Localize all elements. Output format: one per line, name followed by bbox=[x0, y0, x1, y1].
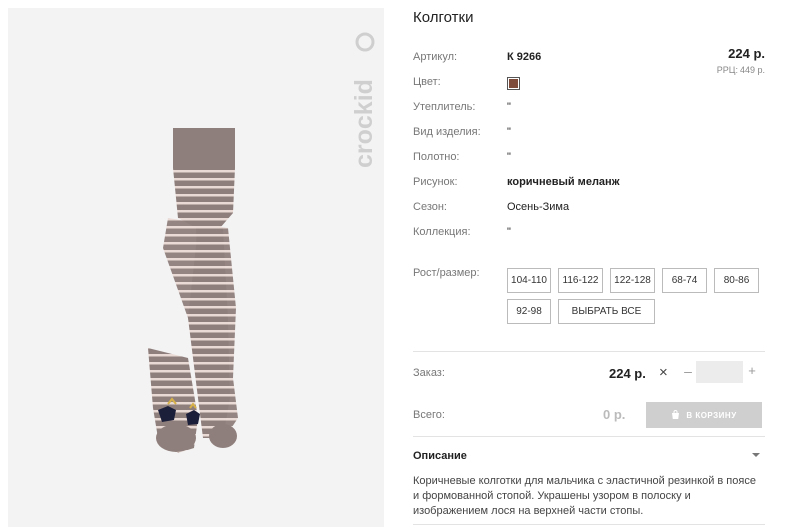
spec-label: Цвет: bbox=[413, 76, 441, 88]
striped-tights-image bbox=[148, 128, 238, 453]
size-option-104-110[interactable]: 104-110 bbox=[507, 268, 551, 293]
divider bbox=[413, 524, 765, 525]
quantity-input[interactable] bbox=[696, 361, 743, 383]
total-label: Всего: bbox=[413, 409, 445, 421]
select-all-sizes-button[interactable]: ВЫБРАТЬ ВСЕ bbox=[558, 299, 655, 324]
spec-label: Сезон: bbox=[413, 201, 447, 213]
size-option-122-128[interactable]: 122-128 bbox=[610, 268, 655, 293]
spec-row-season: Сезон: Осень-Зима bbox=[413, 197, 765, 217]
spec-label: Коллекция: bbox=[413, 226, 471, 238]
spec-label: Вид изделия: bbox=[413, 126, 481, 138]
spec-label: Рисунок: bbox=[413, 176, 458, 188]
size-option-68-74[interactable]: 68-74 bbox=[662, 268, 707, 293]
spec-row-type: Вид изделия: " bbox=[413, 122, 765, 142]
spec-label: Утеплитель: bbox=[413, 101, 476, 113]
cart-icon bbox=[672, 410, 680, 419]
spec-value: Осень-Зима bbox=[507, 201, 570, 213]
order-price: 224 р. bbox=[609, 366, 646, 381]
spec-value: " bbox=[507, 226, 511, 238]
spec-value: " bbox=[507, 126, 511, 138]
spec-value: коричневый меланж bbox=[507, 176, 620, 188]
size-option-116-122[interactable]: 116-122 bbox=[558, 268, 603, 293]
spec-value: " bbox=[507, 151, 511, 163]
color-swatch-fill bbox=[509, 79, 518, 88]
page-title: Колготки bbox=[413, 9, 474, 26]
divider bbox=[413, 436, 765, 437]
description-text: Коричневые колготки для мальчика с эласт… bbox=[413, 475, 756, 517]
add-to-cart-label: В КОРЗИНУ bbox=[686, 410, 737, 420]
brand-logo: crockid bbox=[350, 32, 378, 168]
spec-value: " bbox=[507, 101, 511, 113]
spec-row-pattern: Рисунок: коричневый меланж bbox=[413, 172, 765, 192]
remove-icon[interactable]: × bbox=[659, 364, 668, 381]
spec-row-article: Артикул: К 9266 bbox=[413, 47, 765, 67]
spec-label: Полотно: bbox=[413, 151, 460, 163]
spec-label: Артикул: bbox=[413, 51, 458, 63]
decrease-quantity-button[interactable]: – bbox=[681, 363, 695, 379]
spec-value: К 9266 bbox=[507, 51, 542, 63]
size-label: Рост/размер: bbox=[413, 267, 480, 279]
size-option-92-98[interactable]: 92-98 bbox=[507, 299, 551, 324]
color-swatch[interactable] bbox=[507, 77, 520, 90]
product-info: Колготки 224 р. РРЦ: 449 р. Артикул: К 92… bbox=[413, 0, 765, 527]
size-option-80-86[interactable]: 80-86 bbox=[714, 268, 759, 293]
spec-row-color: Цвет: bbox=[413, 72, 765, 92]
svg-text:crockid: crockid bbox=[350, 79, 378, 168]
divider bbox=[413, 351, 765, 352]
chevron-down-icon[interactable] bbox=[750, 450, 762, 460]
spec-row-insulation: Утеплитель: " bbox=[413, 97, 765, 117]
spec-row-collection: Коллекция: " bbox=[413, 222, 765, 242]
add-to-cart-button[interactable]: В КОРЗИНУ bbox=[646, 402, 762, 428]
spec-row-fabric: Полотно: " bbox=[413, 147, 765, 167]
total-value: 0 р. bbox=[603, 407, 626, 422]
increase-quantity-button[interactable]: + bbox=[745, 363, 759, 378]
description-heading[interactable]: Описание bbox=[413, 450, 467, 462]
product-image[interactable]: crockid bbox=[8, 8, 384, 527]
order-label: Заказ: bbox=[413, 367, 445, 379]
